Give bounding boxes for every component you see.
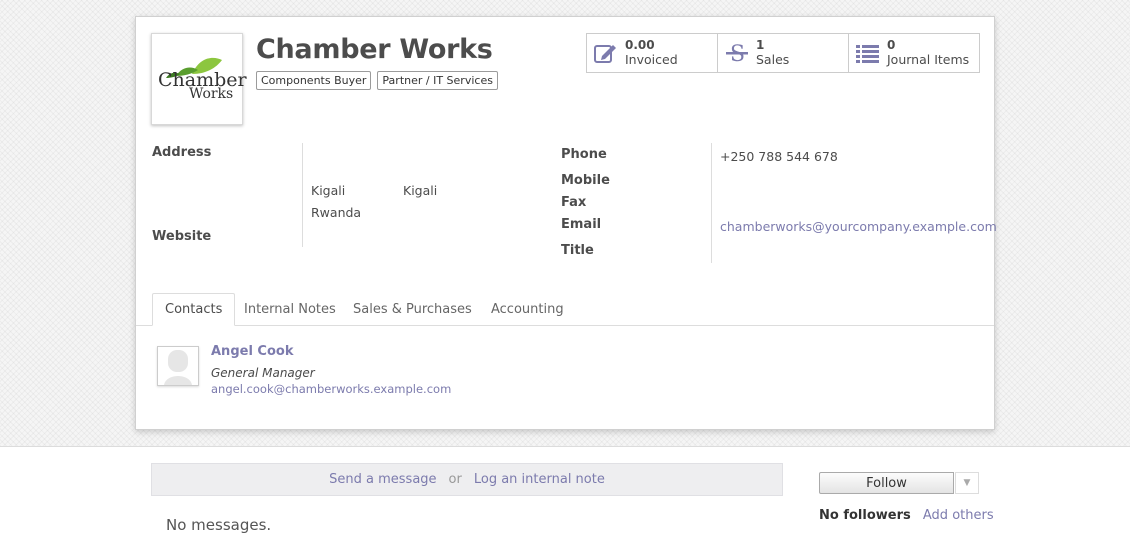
logo-text-line2: Works	[189, 86, 234, 102]
tab-internal-notes[interactable]: Internal Notes	[232, 293, 348, 326]
add-others-link[interactable]: Add others	[923, 508, 994, 523]
pencil-square-icon	[593, 40, 619, 66]
partner-tags: Components Buyer Partner / IT Services	[256, 71, 498, 90]
email-label: Email	[561, 217, 602, 232]
contact-name[interactable]: Angel Cook	[211, 344, 293, 359]
contact-email[interactable]: angel.cook@chamberworks.example.com	[211, 382, 451, 396]
title-label: Title	[561, 243, 594, 258]
journal-items-label: Journal Items	[887, 52, 970, 67]
invoiced-value: 0.00	[625, 38, 655, 52]
notebook-tabs: Contacts Internal Notes Sales & Purchase…	[136, 293, 994, 326]
address-state[interactable]: Kigali	[403, 183, 437, 198]
tab-sales-purchases[interactable]: Sales & Purchases	[341, 293, 484, 326]
invoiced-button[interactable]: 0.00 Invoiced	[587, 34, 718, 72]
sales-button[interactable]: S 1 Sales	[718, 34, 849, 72]
journal-items-value: 0	[887, 38, 896, 52]
left-field-divider	[302, 143, 303, 247]
followers-dropdown-toggle[interactable]: ▼	[955, 472, 979, 494]
contact-function: General Manager	[211, 366, 315, 380]
person-silhouette-icon	[164, 350, 192, 385]
partner-logo[interactable]: Chamber Works	[151, 33, 247, 125]
partner-form-sheet: Chamber Works Chamber Works Components B…	[135, 16, 997, 430]
phone-label: Phone	[561, 147, 607, 162]
followers-info: No followers Add others	[819, 508, 994, 523]
smart-buttons: 0.00 Invoiced S 1 Sales 0 Journal Items	[586, 33, 980, 73]
phone-value[interactable]: +250 788 544 678	[720, 149, 838, 164]
mobile-label: Mobile	[561, 173, 610, 188]
website-label: Website	[152, 229, 212, 244]
chatter-composer-bar: Send a message or Log an internal note	[151, 463, 783, 496]
contact-card[interactable]: Angel Cook General Manager angel.cook@ch…	[157, 344, 557, 404]
invoiced-label: Invoiced	[625, 52, 678, 67]
caret-down-icon: ▼	[963, 478, 971, 488]
strikethrough-s-icon: S	[724, 40, 750, 66]
send-message-link[interactable]: Send a message	[329, 472, 436, 487]
tag-components-buyer[interactable]: Components Buyer	[256, 71, 372, 90]
sales-label: Sales	[756, 52, 790, 67]
tag-partner-it-services[interactable]: Partner / IT Services	[377, 71, 498, 90]
journal-items-button[interactable]: 0 Journal Items	[849, 34, 979, 72]
email-value[interactable]: chamberworks@yourcompany.example.com	[720, 219, 997, 234]
avatar	[157, 346, 199, 386]
log-note-link[interactable]: Log an internal note	[474, 472, 605, 487]
sales-value: 1	[756, 38, 765, 52]
tab-accounting[interactable]: Accounting	[479, 293, 576, 326]
address-city[interactable]: Kigali	[311, 183, 345, 198]
fax-label: Fax	[561, 195, 587, 210]
no-messages-text: No messages.	[166, 516, 272, 534]
chatter-or-separator: or	[448, 472, 462, 487]
list-icon	[855, 40, 881, 66]
address-country[interactable]: Rwanda	[311, 205, 361, 220]
address-label: Address	[152, 145, 212, 160]
right-field-divider	[711, 143, 712, 263]
partner-name: Chamber Works	[256, 34, 493, 65]
no-followers-text: No followers	[819, 508, 911, 523]
follow-button[interactable]: Follow	[819, 472, 954, 494]
tab-contacts[interactable]: Contacts	[152, 293, 236, 326]
